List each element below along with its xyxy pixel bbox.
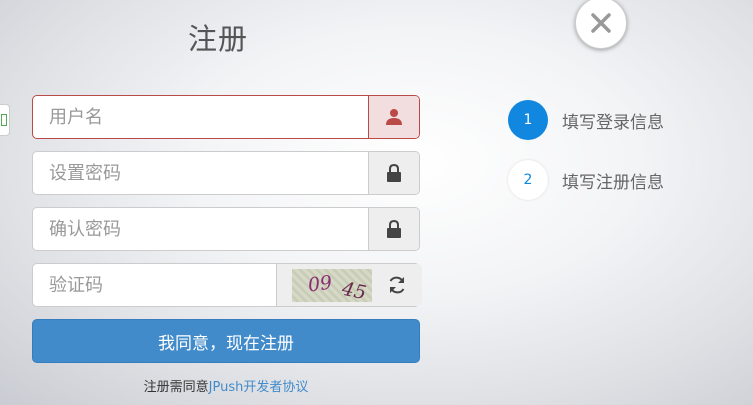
confirm-password-input[interactable] <box>33 208 371 250</box>
refresh-icon[interactable] <box>387 275 407 295</box>
close-button[interactable] <box>575 0 627 49</box>
step-register-info: 2 填写注册信息 <box>508 160 664 200</box>
user-icon <box>386 109 402 125</box>
confirm-password-field <box>32 207 420 251</box>
agreement-text: 注册需同意JPush开发者协议 <box>0 376 452 395</box>
username-field <box>32 95 420 139</box>
captcha-image[interactable]: 09 45 <box>292 269 372 305</box>
captcha-char-2: 45 <box>339 277 369 305</box>
step-number: 2 <box>508 160 548 200</box>
step-label: 填写注册信息 <box>562 172 664 193</box>
captcha-field: 09 45 <box>32 263 422 307</box>
step-label: 填写登录信息 <box>562 112 664 133</box>
username-input[interactable] <box>33 96 371 138</box>
password-field <box>32 151 420 195</box>
close-icon <box>591 13 611 33</box>
captcha-input[interactable] <box>33 264 276 306</box>
captcha-area: 09 45 <box>276 264 422 306</box>
lock-icon <box>387 164 401 182</box>
username-addon <box>368 96 419 138</box>
step-number: 1 <box>508 100 548 140</box>
side-tab[interactable] <box>0 104 10 136</box>
agreement-link[interactable]: JPush开发者协议 <box>209 380 309 395</box>
page-title: 注册 <box>188 22 249 56</box>
captcha-char-1: 09 <box>306 271 334 297</box>
agreement-prefix: 注册需同意 <box>143 380 209 395</box>
side-tab-icon <box>1 114 7 126</box>
confirm-addon <box>368 208 419 250</box>
register-button[interactable]: 我同意，现在注册 <box>32 319 420 363</box>
step-login-info: 1 填写登录信息 <box>508 100 664 140</box>
password-input[interactable] <box>33 152 371 194</box>
password-addon <box>368 152 419 194</box>
lock-icon <box>387 220 401 238</box>
